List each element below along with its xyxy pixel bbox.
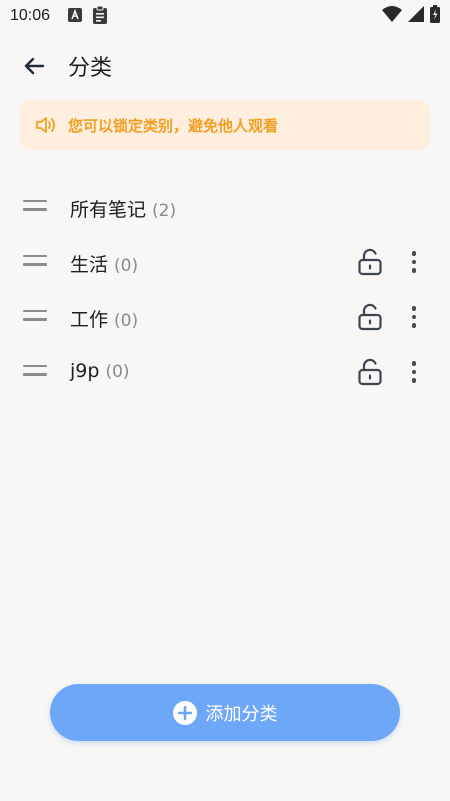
- category-count: (0): [105, 362, 130, 382]
- wifi-icon: [382, 6, 402, 26]
- app-header: 分类: [0, 40, 450, 92]
- drag-handle-icon[interactable]: [23, 255, 47, 269]
- category-count: (2): [152, 201, 177, 221]
- back-button[interactable]: [18, 52, 50, 80]
- category-row-life[interactable]: 生活 (0): [0, 235, 450, 290]
- category-count: (0): [114, 256, 139, 276]
- category-name: 所有笔记: [70, 199, 147, 221]
- signal-icon: [408, 6, 424, 26]
- more-vert-icon[interactable]: [402, 358, 426, 386]
- category-row-work[interactable]: 工作 (0): [0, 290, 450, 345]
- clipboard-icon: [92, 5, 108, 28]
- add-category-label: 添加分类: [205, 703, 278, 725]
- unlock-icon[interactable]: [357, 248, 383, 276]
- category-name: 生活: [70, 254, 109, 276]
- category-row-j9p[interactable]: j9p (0): [0, 345, 450, 400]
- status-bar: 10:06: [0, 0, 450, 32]
- more-vert-icon[interactable]: [402, 303, 426, 331]
- page-title: 分类: [68, 56, 113, 81]
- status-time: 10:06: [10, 7, 51, 24]
- battery-icon: [430, 5, 440, 27]
- add-category-button[interactable]: 添加分类: [50, 684, 400, 741]
- notice-text: 您可以锁定类别，避免他人观看: [68, 116, 279, 135]
- notice-banner: 您可以锁定类别，避免他人观看: [20, 100, 430, 150]
- speaker-icon: [34, 113, 58, 137]
- unlock-icon[interactable]: [357, 358, 383, 386]
- drag-handle-icon[interactable]: [23, 365, 47, 379]
- font-a-icon: [68, 7, 83, 26]
- category-name: 工作: [70, 309, 109, 331]
- category-list: 所有笔记 (2) 生活 (0) 工作 (0) j9p (0): [0, 180, 450, 400]
- arrow-left-icon: [24, 57, 45, 75]
- drag-handle-icon[interactable]: [23, 310, 47, 324]
- category-count: (0): [114, 311, 139, 331]
- category-row-all-notes[interactable]: 所有笔记 (2): [0, 180, 450, 235]
- more-vert-icon[interactable]: [402, 248, 426, 276]
- category-name: j9p: [70, 360, 100, 382]
- unlock-icon[interactable]: [357, 303, 383, 331]
- plus-circle-icon: [172, 700, 197, 725]
- drag-handle-icon[interactable]: [23, 200, 47, 214]
